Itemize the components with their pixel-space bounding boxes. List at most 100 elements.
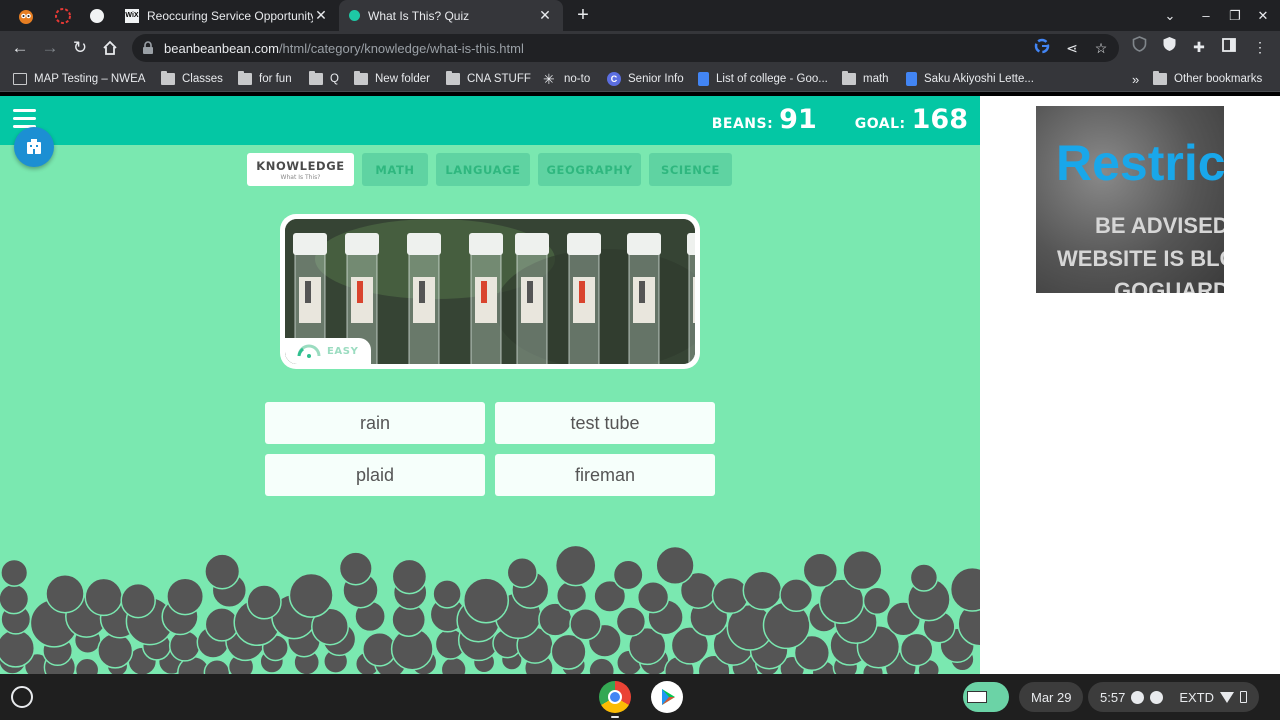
c-logo-icon: C xyxy=(607,72,621,86)
bean xyxy=(204,607,240,642)
forward-icon[interactable]: → xyxy=(38,36,62,60)
bookmark-new-folder[interactable]: New folder xyxy=(354,70,430,88)
test-tubes-photo: EASY xyxy=(285,219,695,364)
url-path: /html/category/knowledge/what-is-this.ht… xyxy=(278,41,524,56)
tab-service-opportunity[interactable]: WiX Reoccuring Service Opportunity ✕ xyxy=(115,0,339,31)
google-icon[interactable] xyxy=(1032,38,1052,58)
pinned-tab-circle[interactable] xyxy=(52,5,74,27)
os-shelf: Mar 29 5:57 EXTD xyxy=(0,674,1280,720)
test-tube xyxy=(567,233,601,364)
goal-count: 168 xyxy=(911,104,968,135)
browser-toolbar: ← → ↻ beanbeanbean.com/html/category/kno… xyxy=(0,31,1280,65)
folder-icon xyxy=(354,71,368,85)
bookmark-star-icon[interactable]: ☆ xyxy=(1091,38,1111,58)
bean xyxy=(636,581,670,614)
pinned-tab-owl[interactable] xyxy=(15,5,37,27)
close-icon[interactable]: ✕ xyxy=(313,7,329,24)
bookmark-math[interactable]: math xyxy=(842,70,889,88)
doc-icon xyxy=(698,72,709,86)
bean xyxy=(588,657,616,674)
tab-label: KNOWLEDGE xyxy=(256,158,345,173)
bean xyxy=(0,558,29,587)
share-icon[interactable]: ⋖ xyxy=(1062,38,1082,58)
tab-label: MATH xyxy=(375,162,415,177)
asterisk-icon: ✳ xyxy=(543,71,555,87)
tab-language[interactable]: LANGUAGE xyxy=(436,153,530,186)
tab-knowledge[interactable]: KNOWLEDGE What Is This? xyxy=(247,153,354,186)
launcher-icon[interactable] xyxy=(11,686,33,708)
accessibility-icon xyxy=(27,139,41,154)
tab-title: What Is This? Quiz xyxy=(368,8,470,23)
accessibility-button[interactable] xyxy=(14,127,54,167)
answer-button-fireman[interactable]: fireman xyxy=(495,454,715,496)
status-label: EXTD xyxy=(1179,689,1214,705)
shield-extension-icon[interactable] xyxy=(1128,36,1150,58)
kebab-menu-icon[interactable]: ⋮ xyxy=(1249,36,1271,58)
address-bar[interactable]: beanbeanbean.com/html/category/knowledge… xyxy=(132,34,1119,62)
puzzle-extensions-icon[interactable]: ✚ xyxy=(1188,36,1210,58)
bookmark-for-fun[interactable]: for fun xyxy=(238,70,292,88)
new-tab-button[interactable]: + xyxy=(572,4,594,26)
tab-sublabel: What Is This? xyxy=(280,173,321,181)
back-icon[interactable]: ← xyxy=(8,36,32,60)
bookmark-label: Other bookmarks xyxy=(1174,73,1263,85)
answer-button-test-tube[interactable]: test tube xyxy=(495,402,715,444)
url-host: beanbeanbean.com xyxy=(164,41,279,56)
reload-icon[interactable]: ↻ xyxy=(68,36,92,60)
answer-button-plaid[interactable]: plaid xyxy=(265,454,485,496)
home-icon[interactable] xyxy=(98,36,122,60)
shield-check-extension-icon[interactable] xyxy=(1158,36,1180,58)
bookmark-senior-info[interactable]: C Senior Info xyxy=(607,70,684,88)
bookmark-cna-stuff[interactable]: CNA STUFF xyxy=(446,70,531,88)
bookmarks-bar: MAP Testing – NWEA Classes for fun Q New… xyxy=(0,65,1280,92)
side-panel-icon[interactable] xyxy=(1218,36,1240,58)
blocked-ad-banner: Restric BE ADVISED WEBSITE IS BLO GOGUAR… xyxy=(1036,106,1224,293)
record-icon xyxy=(1131,690,1145,704)
bean xyxy=(204,553,241,590)
bean xyxy=(203,659,231,674)
close-window-icon[interactable]: ✕ xyxy=(1253,6,1273,26)
tab-math[interactable]: MATH xyxy=(362,153,428,186)
goal-label: GOAL: xyxy=(854,116,906,132)
bean xyxy=(842,549,883,591)
bean xyxy=(168,629,201,662)
bookmark-label: Classes xyxy=(182,73,223,85)
test-tube xyxy=(627,233,661,364)
date-pill[interactable]: Mar 29 xyxy=(1019,682,1084,712)
page-viewport: BEANS: 91 GOAL: 168 KNOWLEDGE What Is Th… xyxy=(0,96,1280,674)
status-tray[interactable]: 5:57 EXTD xyxy=(1088,682,1259,712)
minimize-icon[interactable]: – xyxy=(1196,6,1216,26)
ad-line-1: BE ADVISED xyxy=(1095,213,1224,238)
hamburger-menu-icon[interactable] xyxy=(13,109,36,128)
bookmark-q[interactable]: Q xyxy=(309,70,339,88)
bookmark-label: New folder xyxy=(375,73,430,85)
bean xyxy=(949,566,980,612)
pinned-tab-blank[interactable] xyxy=(86,5,108,27)
answer-button-rain[interactable]: rain xyxy=(265,402,485,444)
bookmark-classes[interactable]: Classes xyxy=(161,70,223,88)
bookmark-list-of-college[interactable]: List of college - Goo... xyxy=(698,70,828,88)
bean xyxy=(246,584,282,620)
tab-search-icon[interactable]: ⌄ xyxy=(1160,6,1180,26)
question-image-card: EASY xyxy=(280,214,700,369)
more-bookmarks-button[interactable]: » xyxy=(1132,70,1139,88)
bookmark-label: MAP Testing – NWEA xyxy=(34,73,146,85)
bookmark-other-bookmarks[interactable]: Other bookmarks xyxy=(1153,70,1262,88)
bean xyxy=(0,628,36,668)
tab-what-is-this-quiz[interactable]: What Is This? Quiz ✕ xyxy=(339,0,563,31)
play-store-icon[interactable] xyxy=(651,681,683,713)
white-dot-icon xyxy=(90,9,104,23)
bookmark-saku-letter[interactable]: Saku Akiyoshi Lette... xyxy=(906,70,1034,88)
tab-geography[interactable]: GEOGRAPHY xyxy=(538,153,641,186)
red-ring-icon xyxy=(55,8,71,24)
restore-icon[interactable]: ❐ xyxy=(1225,6,1245,26)
close-icon[interactable]: ✕ xyxy=(537,7,553,24)
holding-space-tray[interactable] xyxy=(963,682,1009,712)
bookmark-no-to[interactable]: ✳ no-to xyxy=(543,70,590,88)
chrome-icon[interactable] xyxy=(599,681,631,713)
url-text: beanbeanbean.com/html/category/knowledge… xyxy=(164,41,524,56)
tab-science[interactable]: SCIENCE xyxy=(649,153,732,186)
wix-icon: WiX xyxy=(125,8,139,23)
beans-count: 91 xyxy=(779,104,817,135)
bookmark-map-testing[interactable]: MAP Testing – NWEA xyxy=(13,70,145,88)
